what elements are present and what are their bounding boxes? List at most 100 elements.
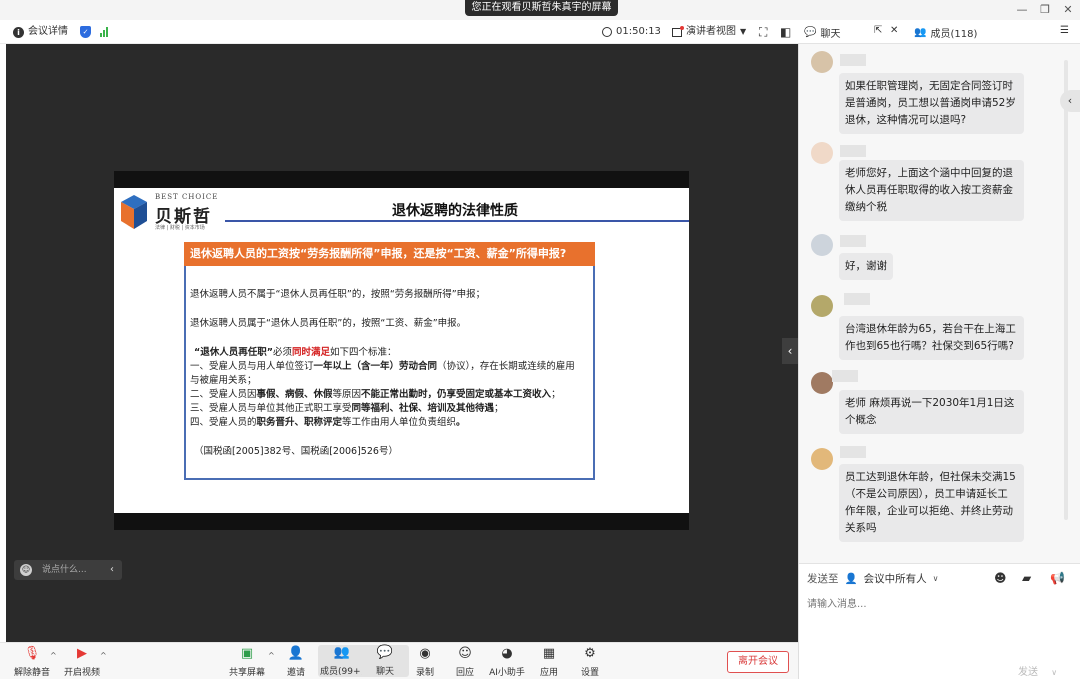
tab-chat[interactable]: 💬 聊天 <box>804 25 840 40</box>
chat-icon: 💬 <box>376 645 394 660</box>
settings-label: 设置 <box>580 668 599 678</box>
chat-label: 聊天 <box>375 667 394 677</box>
timer-text: 01:50:13 <box>616 26 661 37</box>
avatar <box>811 448 833 470</box>
share-screen-icon: ▣ <box>240 646 254 661</box>
send-to-label: 发送至 <box>807 573 839 585</box>
reaction-icon: ☺ <box>458 646 472 661</box>
muted-mic-icon: 🎙 <box>23 646 41 661</box>
chevron-left-icon: ‹ <box>787 344 793 358</box>
slide-criteria-heading: “退休人员再任职”必须同时满足如下四个标准： <box>194 347 397 358</box>
tab-members[interactable]: 👥 成员(118) <box>914 25 977 40</box>
slide-criterion-1-cont: 与被雇用关系； <box>190 375 257 386</box>
shield-icon: ✓ <box>80 26 91 38</box>
chevron-down-icon: ▼ <box>740 27 747 36</box>
security-button[interactable]: ✓ <box>80 24 91 40</box>
ai-assistant-label: AI小助手 <box>489 668 525 678</box>
slide-question-banner: 退休返聘人员的工资按“劳务报酬所得”申报，还是按“工资、薪金”所得申报? <box>184 242 595 266</box>
chat-message-input[interactable] <box>807 596 1067 612</box>
slide-criterion-4: 四、受雇人员的职务晋升、职称评定等工作由用人单位负责组织。 <box>190 417 466 428</box>
record-icon: ◉ <box>419 646 431 661</box>
ai-assistant-button[interactable]: ◕ AI小助手 <box>483 646 531 678</box>
share-screen-button[interactable]: ▣ 共享屏幕 <box>223 646 271 678</box>
popout-icon[interactable]: ⇱ <box>874 25 882 36</box>
announcement-icon[interactable]: 📢 <box>1050 571 1065 585</box>
chevron-up-icon[interactable]: ^ <box>100 651 107 660</box>
send-to-value: 会议中所有人 <box>863 573 927 585</box>
reaction-button[interactable]: ☺ 回应 <box>441 646 489 678</box>
members-tab-label: 成员(118) <box>930 29 978 40</box>
sidebar-layout-icon: ◧ <box>780 25 792 39</box>
chat-message: 员工达到退休年龄，但社保未交满15（不是公司原因），员工申请延长工作年限，企业可… <box>839 464 1024 542</box>
chevron-left-icon[interactable]: ‹ <box>110 560 114 580</box>
folder-icon[interactable]: ▰ <box>1022 571 1031 585</box>
avatar <box>811 142 833 164</box>
panel-side-handle[interactable]: ‹ <box>1060 90 1080 112</box>
close-window-button[interactable]: ✕ <box>1058 2 1078 18</box>
slide-title: 退休返聘的法律性质 <box>392 203 518 219</box>
minimize-button[interactable]: — <box>1012 2 1032 18</box>
stage-chat-input[interactable]: ☺ 说点什么... ‹ <box>14 560 122 580</box>
menu-icon[interactable]: ☰ <box>1060 25 1069 36</box>
invite-button[interactable]: 👤 邀请 <box>272 646 320 678</box>
speaker-view-icon <box>672 25 684 37</box>
meeting-details-button[interactable]: i 会议详情 <box>13 24 68 40</box>
meeting-timer: 01:50:13 <box>602 24 661 40</box>
panel-tabs: 💬 聊天 ⇱ ✕ 👥 成员(118) ☰ <box>798 20 1080 44</box>
chat-icon: 💬 <box>804 27 817 38</box>
view-mode-dropdown[interactable]: 演讲者视图 ▼ <box>672 24 746 40</box>
chevron-up-icon[interactable]: ^ <box>50 651 57 660</box>
bottom-control-bar: 🎙 解除静音 ^ ▶ 开启视频 ^ ▣ 共享屏幕 ^ 👤 邀请 👥 成员(99+… <box>0 642 798 679</box>
slide-line-2: 退休返聘人员属于“退休人员再任职”的，按照“工资、薪金”申报。 <box>190 318 467 329</box>
network-status[interactable] <box>100 24 108 40</box>
maximize-button[interactable]: ❐ <box>1035 2 1055 18</box>
record-label: 录制 <box>415 668 434 678</box>
logo-tagline: 法律 | 财税 | 资本市场 <box>155 225 205 231</box>
clock-icon <box>602 27 612 37</box>
members-icon: 👥 <box>914 27 927 38</box>
sender-name-redacted <box>840 54 866 66</box>
chat-message: 台湾退休年龄为65，若台干在上海工作也到65也行嗎？社保交到65行嗎? <box>839 316 1024 360</box>
start-video-button[interactable]: ▶ 开启视频 <box>58 646 106 678</box>
avatar <box>811 372 833 394</box>
sender-name-redacted <box>840 145 866 157</box>
slide-reference: （国税函[2005]382号、国税函[2006]526号） <box>194 446 398 457</box>
layout-button[interactable]: ◧ <box>780 24 791 40</box>
sender-name-redacted <box>832 370 858 382</box>
add-person-icon: 👤 <box>287 646 305 661</box>
chat-scrollbar[interactable] <box>1064 60 1068 520</box>
chat-message: 老师 麻烦再说一下2030年1月1日这个概念 <box>839 390 1024 434</box>
collapse-panel-handle[interactable]: ‹ <box>782 338 798 364</box>
members-button[interactable]: 👥 成员(99+) <box>318 645 366 677</box>
share-banner: 您正在观看贝斯哲朱真宇的屏幕 <box>465 0 618 16</box>
emoji-icon[interactable]: ☻ <box>994 571 1007 585</box>
share-screen-label: 共享屏幕 <box>228 668 265 678</box>
gear-icon: ⚙ <box>584 646 596 661</box>
person-icon: 👤 <box>844 573 858 585</box>
start-video-label: 开启视频 <box>63 668 100 678</box>
chat-message: 如果任职管理岗，无固定合同签订时是普通岗，员工想以普通岗申请52岁退休，这种情况… <box>839 73 1024 134</box>
slide-criterion-1: 一、受雇人员与用人单位签订一年以上（含一年）劳动合同（协议），存在长期或连续的雇… <box>190 361 575 372</box>
view-mode-label: 演讲者视图 <box>686 26 736 37</box>
ai-assistant-icon: ◕ <box>501 646 513 661</box>
slide-title-rule <box>225 220 689 222</box>
send-button[interactable]: 发送 ∨ <box>1018 663 1057 678</box>
sender-name-redacted <box>840 235 866 247</box>
close-icon[interactable]: ✕ <box>890 25 898 36</box>
fullscreen-button[interactable]: ⛶ <box>759 24 767 40</box>
chat-tab-label: 聊天 <box>820 29 841 40</box>
members-icon: 👥 <box>333 645 351 660</box>
info-icon: i <box>13 26 24 38</box>
members-label: 成员(99+) <box>319 667 365 677</box>
unmute-button[interactable]: 🎙 解除静音 <box>8 646 56 678</box>
emoji-icon: ☺ <box>20 564 32 576</box>
send-to-selector[interactable]: 发送至 👤 会议中所有人 ∨ <box>807 571 938 586</box>
meeting-app: 您正在观看贝斯哲朱真宇的屏幕 — ❐ ✕ i 会议详情 ✓ 01:50:13 演… <box>0 0 1080 679</box>
invite-label: 邀请 <box>286 668 305 678</box>
avatar <box>811 295 833 317</box>
logo-english-text: BEST CHOICE <box>155 193 219 201</box>
settings-button[interactable]: ⚙ 设置 <box>566 646 614 678</box>
chevron-down-icon: ∨ <box>932 574 939 583</box>
leave-meeting-button[interactable]: 离开会议 <box>727 651 789 673</box>
chevron-down-icon: ∨ <box>1051 668 1058 677</box>
